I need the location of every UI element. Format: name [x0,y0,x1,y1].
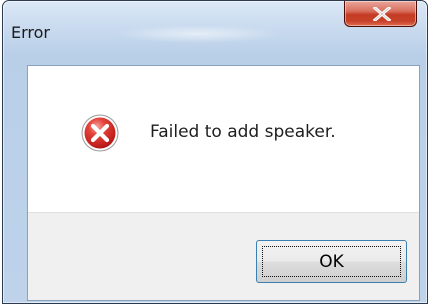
ok-button[interactable]: OK [256,240,407,283]
error-dialog-window: Error Failed to add speaker. OK [2,0,428,304]
dialog-button-bar: OK [28,212,419,300]
ok-button-label: OK [262,246,401,277]
error-message: Failed to add speaker. [150,122,336,142]
close-button[interactable] [344,1,417,27]
title-bar-reflection [113,25,283,43]
dialog-content: Failed to add speaker. [28,66,419,212]
close-icon [372,7,392,21]
window-title: Error [11,23,50,42]
dialog-client-area: Failed to add speaker. OK [27,65,420,301]
error-icon [81,114,119,152]
